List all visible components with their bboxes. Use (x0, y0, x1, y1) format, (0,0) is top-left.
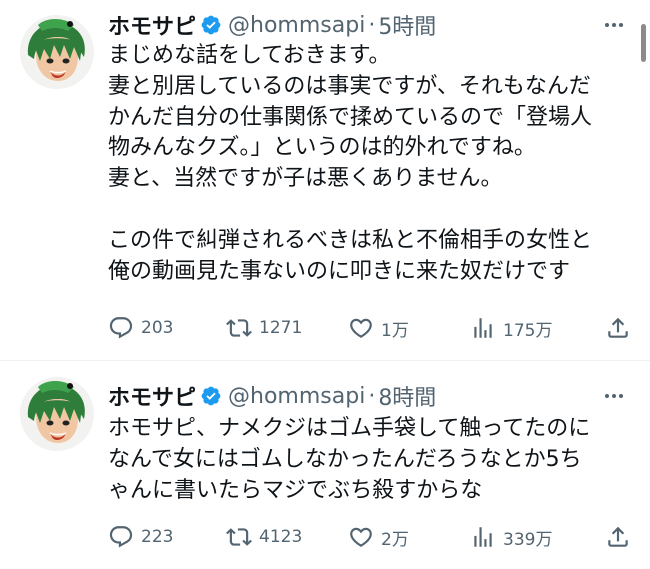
like-count: 1万 (381, 320, 409, 341)
like-count: 2万 (381, 529, 409, 550)
views-button[interactable]: 339万 (470, 522, 552, 552)
tweet-text-line: 物みんなクズ。」というのは的外れですね。 (108, 135, 536, 161)
reply-count: 203 (141, 318, 174, 338)
tweet-text-line: この件で糾弾されるべきは私と不倫相手の女性と (108, 227, 593, 253)
tweet[interactable]: ホモサピ @hommsapi · 8時間 ホモサピ、ナメクジはゴム手袋して触って… (0, 360, 650, 569)
more-icon[interactable] (602, 384, 626, 408)
share-button[interactable] (605, 313, 631, 343)
reply-icon (109, 317, 133, 339)
tweet-text: ホモサピ、ナメクジはゴム手袋して触ってたのに なんで女にはゴムしなかったんだろう… (108, 414, 643, 506)
share-button[interactable] (605, 522, 631, 552)
tweet-text-line: 妻と別居しているのは事実ですが、それもなんだ (108, 73, 591, 99)
retweet-button[interactable]: 4123 (226, 522, 302, 552)
like-button[interactable]: 1万 (348, 313, 409, 343)
reply-button[interactable]: 223 (108, 522, 173, 552)
like-button[interactable]: 2万 (348, 522, 409, 552)
retweet-button[interactable]: 1271 (226, 313, 302, 343)
retweet-icon (226, 319, 252, 337)
avatar[interactable] (20, 15, 94, 89)
reply-icon (109, 526, 133, 548)
heart-icon (350, 527, 372, 547)
views-button[interactable]: 175万 (470, 313, 552, 343)
separator-dot: · (368, 12, 376, 38)
share-icon (608, 526, 628, 547)
tweet-text-line: なんで女にはゴムしなかったんだろうなとか5ち (108, 446, 582, 472)
user-handle[interactable]: @hommsapi (228, 13, 365, 38)
verified-badge-icon (200, 14, 222, 36)
tweet-text-line (108, 195, 643, 226)
scrollbar[interactable] (641, 24, 646, 62)
view-count: 175万 (503, 320, 553, 341)
views-icon (474, 527, 492, 547)
tweet[interactable]: ホモサピ @hommsapi · 5時間 まじめな話をしておきます。 妻と別居し… (0, 0, 650, 360)
tweet-header: ホモサピ @hommsapi · 5時間 (108, 8, 436, 42)
separator-dot: · (368, 383, 376, 409)
retweet-count: 4123 (259, 527, 303, 547)
tweet-feed: ホモサピ @hommsapi · 5時間 まじめな話をしておきます。 妻と別居し… (0, 0, 650, 569)
view-count: 339万 (503, 529, 553, 550)
verified-badge-icon (200, 385, 222, 407)
views-icon (474, 318, 492, 338)
reply-count: 223 (141, 527, 174, 547)
reply-button[interactable]: 203 (108, 313, 173, 343)
display-name[interactable]: ホモサピ (108, 9, 196, 41)
tweet-text-line: かんだ自分の仕事関係で揉めているので「登場人 (108, 104, 593, 130)
tweet-text-line: ホモサピ、ナメクジはゴム手袋して触ってたのに (108, 416, 591, 441)
tweet-text-line: ゃんに書いたらマジでぶち殺すからな (108, 477, 483, 503)
avatar-image (20, 377, 94, 451)
tweet-header: ホモサピ @hommsapi · 8時間 (108, 379, 436, 413)
display-name[interactable]: ホモサピ (108, 380, 196, 412)
retweet-count: 1271 (259, 318, 303, 338)
tweet-actions: 223 4123 2万 339万 (108, 522, 638, 552)
tweet-text: まじめな話をしておきます。 妻と別居しているのは事実ですが、それもなんだ かんだ… (108, 41, 643, 287)
retweet-icon (226, 528, 252, 546)
share-icon (608, 317, 628, 338)
tweet-actions: 203 1271 1万 175万 (108, 313, 638, 343)
user-handle[interactable]: @hommsapi (228, 384, 365, 409)
avatar-image (20, 15, 94, 89)
timestamp[interactable]: 5時間 (378, 9, 436, 41)
heart-icon (350, 318, 372, 338)
avatar[interactable] (20, 377, 94, 451)
more-icon[interactable] (602, 13, 626, 37)
tweet-text-line: 俺の動画見た事ないのに叩きに来た奴だけです (108, 258, 571, 284)
tweet-text-line: 妻と、当然ですが子は悪くありません。 (108, 166, 503, 192)
timestamp[interactable]: 8時間 (378, 380, 436, 412)
tweet-text-line: まじめな話をしておきます。 (108, 43, 391, 68)
